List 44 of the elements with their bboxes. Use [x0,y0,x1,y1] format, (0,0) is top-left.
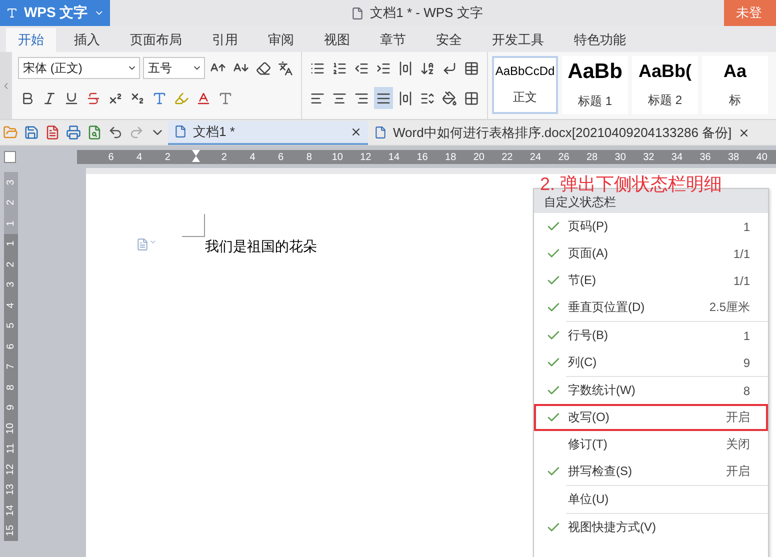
ribbon-tab[interactable]: 章节 [368,28,418,52]
ribbon-tab[interactable]: 页面布局 [118,28,194,52]
menu-item[interactable]: 垂直页位置(D) 2.5厘米 [534,294,768,321]
ribbon-tab[interactable]: 特色功能 [562,28,638,52]
document-icon [174,125,187,138]
menu-item[interactable]: 拼写检查(S) 开启 [534,458,768,485]
menu-item[interactable]: 节(E) 1/1 [534,267,768,294]
menu-item[interactable]: 单位(U) [534,486,768,513]
font-name-field[interactable]: 宋体 (正文) [18,57,140,79]
horizontal-ruler: 6 4 2 2 4 6 8 10 12 14 16 18 20 22 24 26 28 30 32 34 36 38 40 [76,150,776,164]
ribbon-tab[interactable]: 引用 [200,28,250,52]
ribbon-tab[interactable]: 开发工具 [480,28,556,52]
ribbon-tab[interactable]: 审阅 [256,28,306,52]
style-preset[interactable]: AaBb 标题 1 [562,56,628,114]
menu-item[interactable]: 字数统计(W) 8 [534,377,768,404]
ribbon-tab[interactable]: 视图 [312,28,362,52]
style-preset[interactable]: AaBb( 标题 2 [632,56,698,114]
margin-corner-mark [182,214,205,237]
menu-item[interactable]: 改写(O) 开启 [534,404,768,431]
menu-item[interactable]: 视图快捷方式(V) [534,514,768,541]
menu-item[interactable]: 行号(B) 1 [534,322,768,349]
document-tab[interactable]: 文档1 * [168,120,368,144]
ribbon-tab[interactable]: 开始 [6,28,56,52]
menu-item[interactable]: 页码(P) 1 [534,213,768,240]
window-title: 文档1 * - WPS 文字 [370,4,483,22]
tab-stop-icon[interactable] [4,151,16,163]
close-icon[interactable] [738,126,750,138]
menu-item[interactable]: 修订(T) 关闭 [534,431,768,458]
document-icon [351,6,364,20]
app-menu-button[interactable]: WPS 文字 [0,0,110,26]
vertical-ruler: 3 2 1 1 2 3 4 5 6 7 8 9 10 11 12 13 14 15 [0,168,20,557]
style-preset[interactable]: Aa 标 [702,56,768,114]
ribbon-tab[interactable]: 插入 [62,28,112,52]
document-icon [374,126,387,139]
logo-icon [6,6,18,20]
close-icon[interactable] [350,126,362,138]
document-tab[interactable]: Word中如何进行表格排序.docx[20210409204133286 备份] [368,120,756,144]
menu-item[interactable]: 页面(A) 1/1 [534,240,768,267]
style-preset[interactable]: AaBbCcDd 正文 [492,56,558,114]
menu-item[interactable]: 列(C) 9 [534,349,768,376]
ribbon-tab[interactable]: 安全 [424,28,474,52]
font-size-field[interactable]: 五号 [143,57,205,79]
justify-icon[interactable] [374,87,393,109]
document-text: 我们是祖国的花朵 [205,238,317,256]
